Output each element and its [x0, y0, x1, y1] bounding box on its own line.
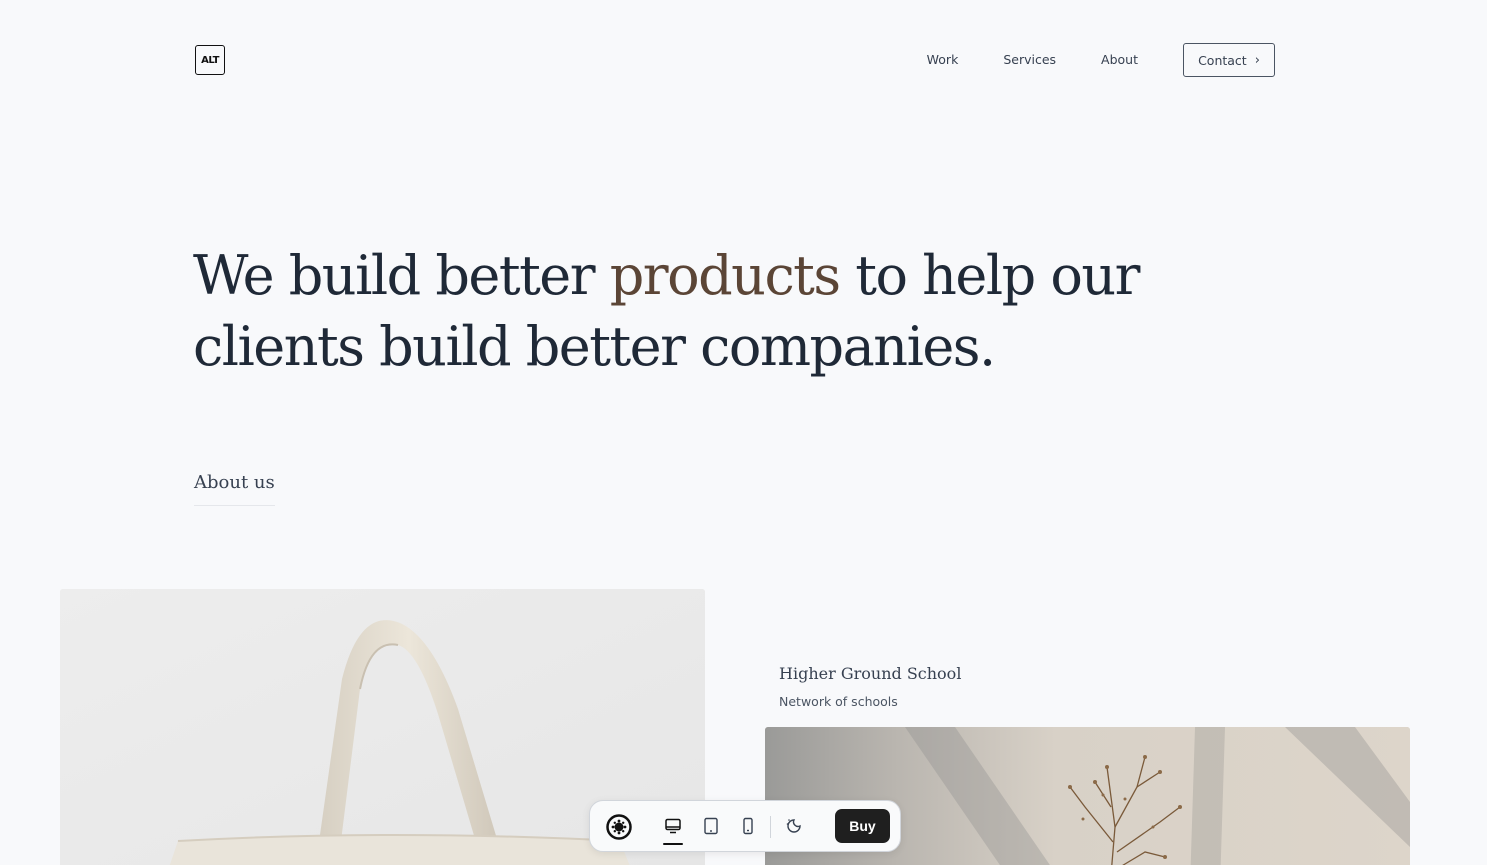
logo[interactable]: ALT — [195, 45, 225, 75]
nav-link-about[interactable]: About — [1101, 43, 1138, 77]
preview-toolbar: Buy — [589, 800, 901, 852]
project-title[interactable]: Higher Ground School — [779, 664, 961, 683]
main-nav: Work Services About Contact › — [927, 43, 1275, 77]
tablet-icon[interactable] — [701, 816, 721, 836]
mobile-icon[interactable] — [738, 816, 758, 836]
about-us-link[interactable]: About us — [194, 472, 275, 506]
contact-button-label: Contact — [1198, 52, 1247, 68]
active-device-indicator — [663, 843, 683, 845]
headline-accent: products — [609, 244, 841, 307]
nav-link-work[interactable]: Work — [927, 43, 959, 77]
theme-toggle-icon[interactable] — [784, 816, 804, 836]
nav-link-services[interactable]: Services — [1003, 43, 1056, 77]
project-subtitle: Network of schools — [779, 694, 898, 709]
toolbar-divider — [770, 816, 771, 838]
contact-button[interactable]: Contact › — [1183, 43, 1275, 77]
chevron-right-icon: › — [1254, 52, 1260, 68]
headline-part-1: We build better — [193, 244, 610, 307]
hero-headline: We build better products to help our cli… — [193, 240, 1203, 382]
buy-button[interactable]: Buy — [835, 809, 890, 843]
logo-icon[interactable] — [605, 813, 633, 841]
desktop-icon[interactable] — [663, 816, 683, 836]
